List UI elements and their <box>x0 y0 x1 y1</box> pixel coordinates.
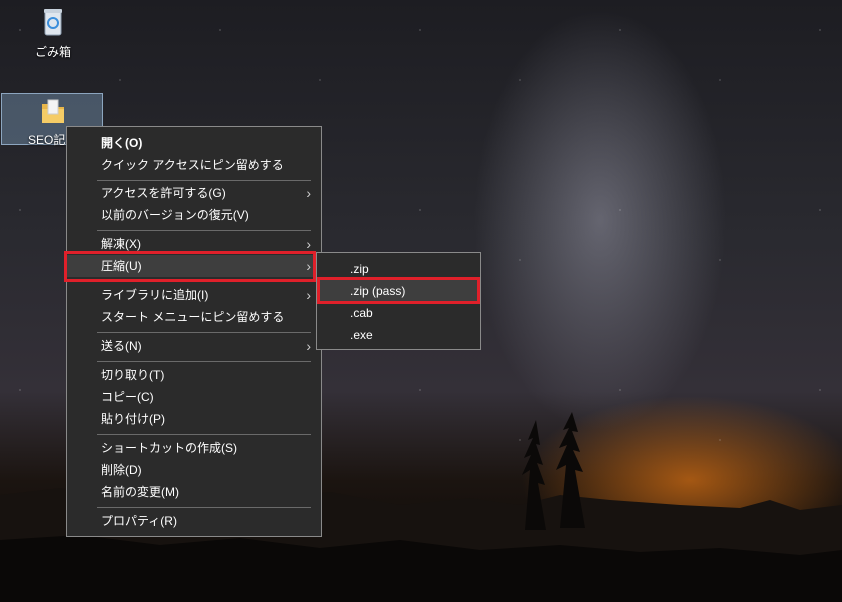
submenu-item-cab[interactable]: .cab <box>317 302 480 324</box>
folder-icon <box>42 99 64 123</box>
menu-item-label: クイック アクセスにピン留めする <box>101 158 284 172</box>
submenu-item-label: .exe <box>350 328 373 342</box>
menu-separator <box>97 230 311 231</box>
menu-separator <box>97 180 311 181</box>
context-menu: 開く(O) クイック アクセスにピン留めする アクセスを許可する(G) › 以前の… <box>66 126 322 537</box>
desktop-icon-label: SEO記 <box>28 133 66 147</box>
menu-item-label: プロパティ(R) <box>101 514 177 528</box>
menu-separator <box>97 332 311 333</box>
menu-item-give-access[interactable]: アクセスを許可する(G) › <box>67 182 321 204</box>
menu-item-label: コピー(C) <box>101 390 154 404</box>
menu-item-label: 開く(O) <box>101 136 143 150</box>
menu-item-label: 名前の変更(M) <box>101 485 179 499</box>
menu-item-send-to[interactable]: 送る(N) › <box>67 335 321 357</box>
menu-separator <box>97 507 311 508</box>
chevron-right-icon: › <box>306 287 311 303</box>
recycle-bin-icon <box>44 9 62 36</box>
menu-item-label: 削除(D) <box>101 463 142 477</box>
menu-item-cut[interactable]: 切り取り(T) <box>67 364 321 386</box>
highlight-box-compress <box>64 251 316 282</box>
menu-item-rename[interactable]: 名前の変更(M) <box>67 481 321 503</box>
menu-item-add-to-library[interactable]: ライブラリに追加(I) › <box>67 284 321 306</box>
menu-item-restore-versions[interactable]: 以前のバージョンの復元(V) <box>67 204 321 226</box>
chevron-right-icon: › <box>306 185 311 201</box>
menu-item-label: アクセスを許可する(G) <box>101 186 226 200</box>
menu-item-label: 送る(N) <box>101 339 142 353</box>
menu-separator <box>97 361 311 362</box>
menu-item-label: スタート メニューにピン留めする <box>101 310 285 324</box>
menu-item-create-shortcut[interactable]: ショートカットの作成(S) <box>67 437 321 459</box>
menu-item-label: 貼り付け(P) <box>101 412 165 426</box>
menu-item-label: 解凍(X) <box>101 237 141 251</box>
menu-item-copy[interactable]: コピー(C) <box>67 386 321 408</box>
menu-item-pin-quick-access[interactable]: クイック アクセスにピン留めする <box>67 154 321 176</box>
menu-item-label: ライブラリに追加(I) <box>101 288 209 302</box>
submenu-item-exe[interactable]: .exe <box>317 324 480 346</box>
desktop-icon-recycle-bin[interactable]: ごみ箱 <box>18 6 88 60</box>
highlight-box-zip-pass <box>317 277 480 304</box>
menu-item-delete[interactable]: 削除(D) <box>67 459 321 481</box>
desktop-icon-label: ごみ箱 <box>34 45 71 59</box>
menu-item-properties[interactable]: プロパティ(R) <box>67 510 321 532</box>
menu-item-label: 切り取り(T) <box>101 368 165 382</box>
menu-item-pin-start[interactable]: スタート メニューにピン留めする <box>67 306 321 328</box>
submenu-item-label: .cab <box>350 306 373 320</box>
menu-item-paste[interactable]: 貼り付け(P) <box>67 408 321 430</box>
submenu-item-label: .zip <box>350 262 369 276</box>
menu-item-open[interactable]: 開く(O) <box>67 132 321 154</box>
menu-separator <box>97 434 311 435</box>
menu-item-label: ショートカットの作成(S) <box>101 441 237 455</box>
chevron-right-icon: › <box>306 338 311 354</box>
menu-item-label: 以前のバージョンの復元(V) <box>101 208 249 222</box>
